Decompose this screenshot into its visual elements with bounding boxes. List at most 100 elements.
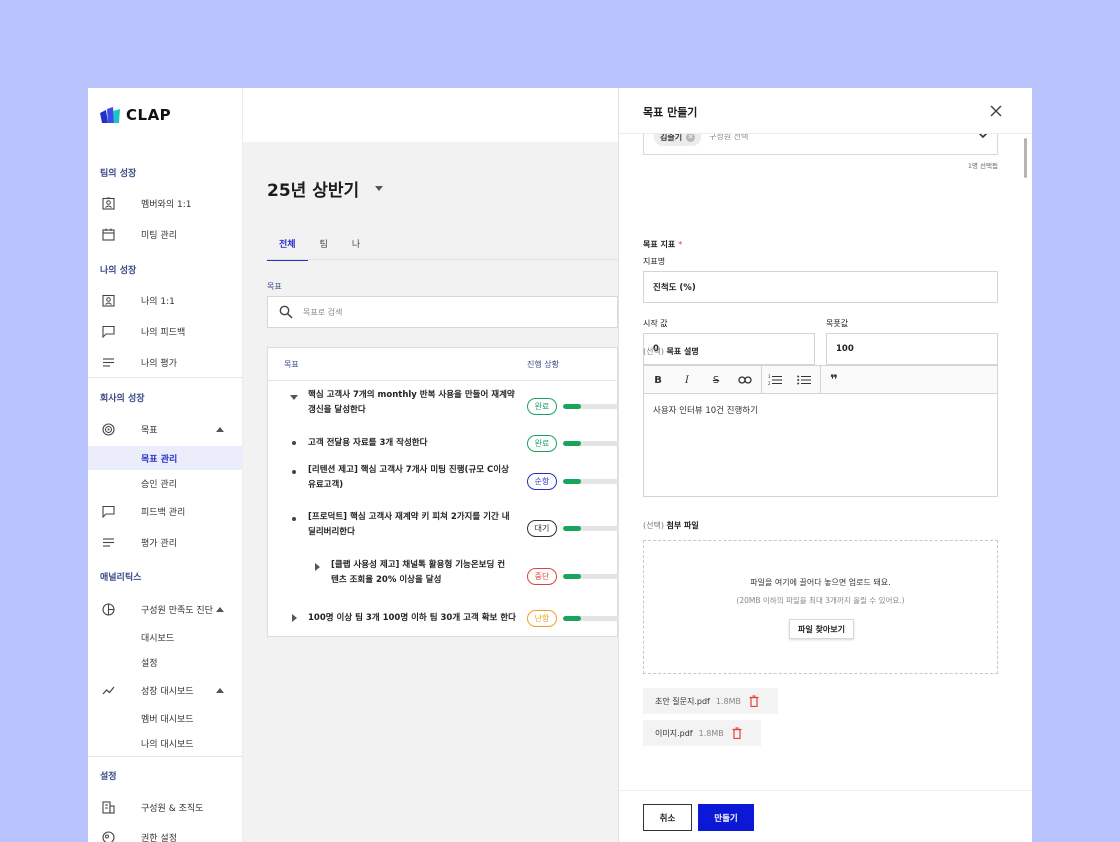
table-row[interactable]: [리텐션 제고] 핵심 고객사 7개사 미팅 진행(규모 C이상 유료고객) 순항 [268,463,623,499]
goal-title[interactable]: [리텐션 제고] 핵심 고객사 7개사 미팅 진행(규모 C이상 유료고객) [308,463,509,493]
drawer-header: 목표 만들기 [619,88,1032,134]
quote-icon[interactable]: ❞ [826,372,842,388]
sidebar-item-member-satisfaction[interactable]: 구성원 만족도 진단 [88,596,243,622]
column-header-status: 진행 상황 [527,359,559,369]
cancel-button[interactable]: 취소 [643,804,692,831]
caret-right-icon[interactable] [315,563,320,571]
scrollbar-thumb[interactable] [1024,138,1027,178]
table-row[interactable]: 100명 이상 팀 3개 100명 이하 팀 30개 고객 확보 한다 난항 [268,607,623,629]
tab-me[interactable]: 나 [340,237,372,261]
sidebar-item-dashboard[interactable]: 대시보드 [88,626,243,648]
file-dropzone[interactable]: 파일을 여기에 끌어다 놓으면 업로드 돼요. (20MB 이하의 파일을 최대… [643,540,998,674]
sidebar-item-label: 목표 [141,425,158,436]
pie-chart-icon [101,602,115,616]
trash-icon[interactable] [749,695,759,707]
ordered-list-icon[interactable]: 12 [767,372,783,388]
goal-title[interactable]: 100명 이상 팀 3개 100명 이하 팀 30개 고객 확보 한다 [308,611,516,626]
main-content: 25년 상반기 전체 팀 나 목표 목표로 검색 목표 진행 상황 핵심 고객사… [243,142,623,842]
sidebar-item-my-dashboard[interactable]: 나의 대시보드 [88,732,243,754]
svg-text:1: 1 [768,374,771,379]
sidebar-item-label: 나의 대시보드 [141,739,194,750]
sidebar-item-permission[interactable]: 권한 설정 [88,824,243,842]
sidebar-item-my-review[interactable]: 나의 평가 [88,349,243,375]
table-row[interactable]: 고객 전달용 자료를 3개 작성한다 완료 [268,432,623,454]
caret-down-icon[interactable] [290,395,298,400]
bullet-list-icon[interactable] [796,372,812,388]
chevron-up-icon[interactable] [216,687,224,693]
file-name: 초안 질문지.pdf [655,696,710,706]
goal-search-input[interactable]: 목표로 검색 [267,296,618,328]
sidebar-item-goal[interactable]: 목표 [88,416,243,442]
chevron-down-icon[interactable] [977,134,989,141]
create-goal-drawer: 목표 만들기 김슬기 ✕ 구성원 선택 1명 선택됨 목표 지표 * 지표명 진척… [618,88,1032,842]
sidebar-item-review-manage[interactable]: 평가 관리 [88,529,243,555]
italic-icon[interactable]: I [679,372,695,388]
toolbar-separator [761,366,762,394]
metric-name-input[interactable]: 진척도 (%) [643,271,998,303]
sidebar-item-my-feedback[interactable]: 나의 피드백 [88,318,243,344]
table-row[interactable]: [프로덕트] 핵심 고객사 재계약 키 피쳐 2가지를 기간 내 딜리버리한다 대기 [268,510,623,546]
target-value-input[interactable]: 100 [826,333,998,365]
sidebar-item-my-1on1[interactable]: 나의 1:1 [88,287,243,313]
member-count: 1명 선택됨 [967,162,998,170]
description-editor[interactable]: B I S 12 ❞ 사용자 인터뷰 10건 진행하기 [643,365,998,497]
chevron-up-icon[interactable] [216,426,224,432]
sidebar-item-label: 구성원 & 조직도 [141,803,204,814]
goal-title[interactable]: 고객 전달용 자료를 3개 작성한다 [308,436,427,451]
scrollbar[interactable] [1021,134,1029,790]
bold-icon[interactable]: B [650,372,666,388]
app-window: CLAP 팀의 성장 멤버와의 1:1 미팅 관리 나의 성장 나의 1:1 나… [88,88,1032,842]
optional-tag: (선택) [643,347,664,356]
attachment-title: 첨부 파일 [666,521,699,530]
file-size: 1.8MB [698,728,724,738]
chevron-up-icon[interactable] [216,606,224,612]
drawer-title: 목표 만들기 [643,106,698,119]
drawer-body: 김슬기 ✕ 구성원 선택 1명 선택됨 목표 지표 * 지표명 진척도 (%) 시… [619,134,1021,790]
goal-title[interactable]: [프로덕트] 핵심 고객사 재계약 키 피쳐 2가지를 기간 내 딜리버리한다 [308,510,510,540]
period-selector[interactable]: 25년 상반기 [267,176,384,201]
sidebar-item-growth-dashboard[interactable]: 성장 대시보드 [88,677,243,703]
create-button[interactable]: 만들기 [698,804,754,831]
link-icon[interactable] [737,372,753,388]
sidebar-item-members-org[interactable]: 구성원 & 조직도 [88,794,243,820]
tab-all[interactable]: 전체 [267,237,308,261]
clap-logo-icon [100,107,120,123]
sidebar-item-meeting[interactable]: 미팅 관리 [88,221,243,247]
table-row[interactable]: [클랩 사용성 제고] 채널톡 활용형 기능온보딩 컨 텐츠 조회율 20% 이상… [268,558,623,594]
dropzone-hint: (20MB 이하의 파일을 최대 3개까지 올릴 수 있어요.) [736,596,905,605]
sidebar-item-approval-manage[interactable]: 승인 관리 [88,472,243,494]
logo[interactable]: CLAP [100,106,171,124]
goal-field-label: 목표 [267,282,282,291]
tabs-divider [267,259,618,260]
caret-right-icon[interactable] [292,614,297,622]
progress-bar [563,440,623,446]
status-badge: 중단 [527,567,557,585]
trash-icon[interactable] [732,727,742,739]
browse-files-button[interactable]: 파일 찾아보기 [789,619,854,639]
top-bar [243,88,618,142]
sidebar-item-member-dashboard[interactable]: 멤버 대시보드 [88,707,243,729]
sidebar-item-label: 대시보드 [141,633,175,644]
search-icon [279,305,293,319]
sidebar-item-member-1on1[interactable]: 멤버와의 1:1 [88,190,243,216]
attached-file: 이미지.pdf 1.8MB [643,720,761,746]
goal-title[interactable]: 핵심 고객사 7개의 monthly 반복 사용을 만들어 재계약 갱신을 달성한… [308,388,515,418]
goal-title[interactable]: [클랩 사용성 제고] 채널톡 활용형 기능온보딩 컨 텐츠 조회율 20% 이상… [331,558,505,588]
sidebar-item-label: 멤버와의 1:1 [141,199,192,210]
close-icon[interactable] [989,104,1003,118]
sidebar-item-feedback-manage[interactable]: 피드백 관리 [88,498,243,524]
sidebar-item-settings[interactable]: 설정 [88,651,243,673]
section-title-company: 회사의 성장 [100,394,145,404]
strikethrough-icon[interactable]: S [708,372,724,388]
member-select[interactable]: 김슬기 ✕ 구성원 선택 [643,134,998,155]
tab-team[interactable]: 팀 [308,237,340,261]
goal-title-line: 100명 이상 팀 3개 100명 이하 팀 30개 고객 확보 한다 [308,612,516,623]
list-lines-icon [101,355,115,369]
sidebar-item-label: 설정 [141,658,158,669]
sidebar-item-goal-manage[interactable]: 목표 관리 [88,446,243,470]
table-row[interactable]: 핵심 고객사 7개의 monthly 반복 사용을 만들어 재계약 갱신을 달성한… [268,388,623,424]
sidebar-item-label: 나의 1:1 [141,296,175,307]
description-text[interactable]: 사용자 인터뷰 10건 진행하기 [653,404,758,416]
remove-chip-icon[interactable]: ✕ [686,134,696,142]
status-badge: 순항 [527,472,557,490]
